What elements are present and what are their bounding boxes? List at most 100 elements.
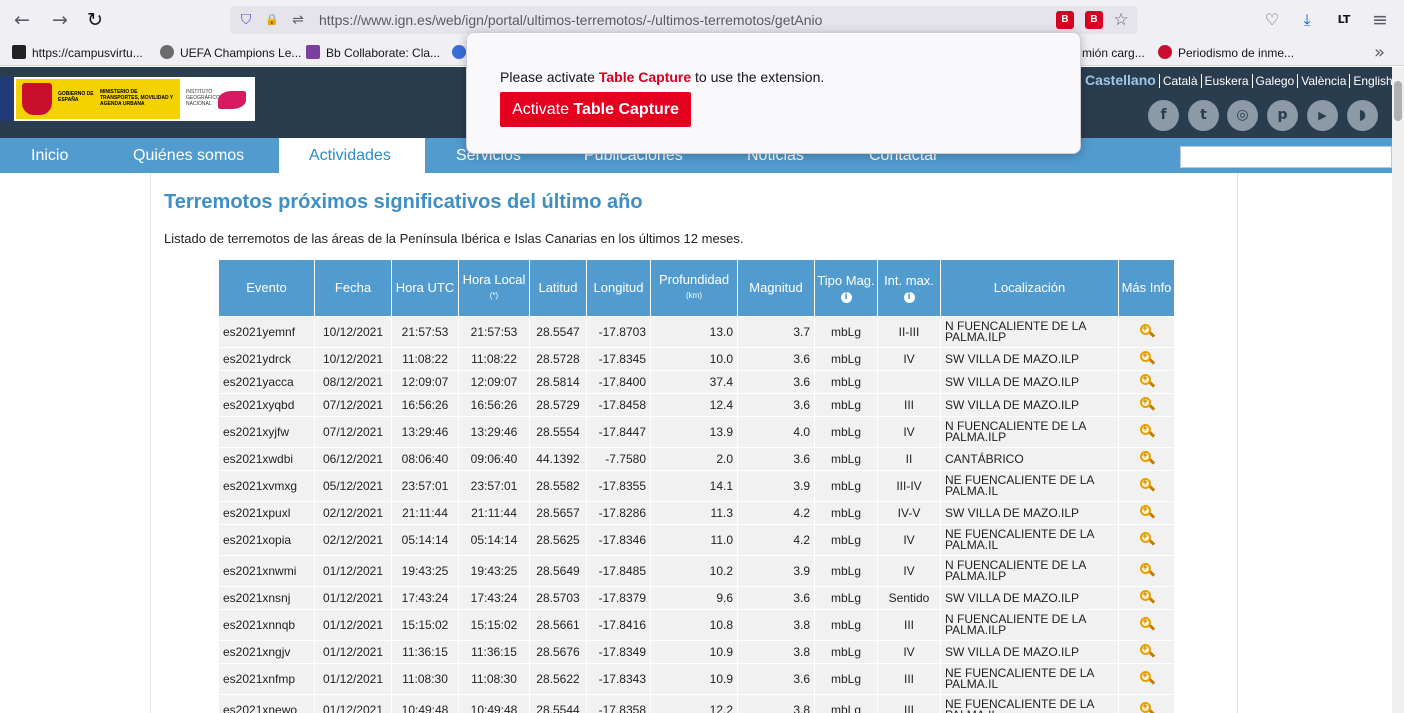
col-latitud[interactable]: Latitud [530, 260, 586, 316]
table-cell: -17.8447 [587, 417, 650, 447]
col-fecha[interactable]: Fecha [315, 260, 391, 316]
tracking-shield-icon[interactable]: ⛉ [236, 10, 256, 30]
bookmark-star-icon[interactable]: ☆ [1110, 9, 1132, 31]
magnifier-zoom-icon[interactable] [1139, 701, 1155, 713]
col-tipo-mag[interactable]: Tipo Mag. i [815, 260, 877, 316]
magnifier-zoom-icon[interactable] [1139, 423, 1155, 439]
col-localizacion[interactable]: Localización [941, 260, 1118, 316]
bookmark-extension-icon[interactable]: B [1085, 11, 1103, 29]
lang-castellano[interactable]: Castellano [1082, 72, 1159, 88]
pinterest-icon[interactable]: p [1267, 100, 1298, 131]
table-row: es2021xyqbd 07/12/2021 16:56:26 16:56:26 28.… [219, 394, 1174, 416]
magnifier-zoom-icon[interactable] [1139, 670, 1155, 686]
download-icon[interactable]: ⤓ [1295, 8, 1319, 32]
magnifier-zoom-icon[interactable] [1139, 531, 1155, 547]
table-cell: 11:08:22 [392, 348, 458, 370]
info-icon[interactable]: i [840, 291, 852, 303]
table-cell: 3.9 [738, 556, 814, 586]
magnifier-zoom-icon[interactable] [1139, 616, 1155, 632]
activate-table-capture-button[interactable]: Activate Table Capture [500, 92, 691, 127]
lang-valencia[interactable]: València [1297, 74, 1350, 88]
nav-actividades[interactable]: Actividades [279, 138, 425, 173]
instagram-icon[interactable]: ◎ [1227, 100, 1258, 131]
magnifier-zoom-icon[interactable] [1139, 477, 1155, 493]
pocket-icon[interactable]: ♡ [1260, 8, 1284, 32]
forward-button-icon[interactable]: → [48, 8, 72, 32]
col-magnitud[interactable]: Magnitud [738, 260, 814, 316]
page-scrollbar[interactable] [1392, 67, 1404, 713]
lang-english[interactable]: English [1349, 74, 1396, 88]
lang-euskera[interactable]: Euskera [1200, 74, 1252, 88]
magnifier-zoom-icon[interactable] [1139, 589, 1155, 605]
magnifier-zoom-icon[interactable] [1139, 504, 1155, 520]
nav-quienes-somos[interactable]: Quiénes somos [103, 138, 274, 173]
magnifier-zoom-icon[interactable] [1139, 450, 1155, 466]
more-info-cell [1119, 664, 1174, 694]
col-int-max[interactable]: Int. max. i [878, 260, 940, 316]
table-cell: IV [878, 348, 940, 370]
more-info-cell [1119, 695, 1174, 713]
table-cell: 28.5554 [530, 417, 586, 447]
facebook-icon[interactable]: f [1148, 100, 1179, 131]
bookmark-item[interactable]: Periodismo de inme... [1158, 44, 1294, 62]
more-info-cell [1119, 502, 1174, 524]
permissions-icon[interactable]: ⇌ [288, 10, 308, 30]
magnifier-zoom-icon[interactable] [1139, 643, 1155, 659]
back-button-icon[interactable]: ← [10, 8, 34, 32]
table-cell: 06/12/2021 [315, 448, 391, 470]
table-cell: 10:49:48 [459, 695, 529, 713]
magnifier-zoom-icon[interactable] [1139, 562, 1155, 578]
table-cell: es2021xnnqb [219, 610, 314, 640]
lang-galego[interactable]: Galego [1251, 74, 1298, 88]
site-search-input[interactable] [1180, 146, 1392, 168]
table-cell: IV-V [878, 502, 940, 524]
table-cell: 08/12/2021 [315, 371, 391, 393]
more-info-cell [1119, 394, 1174, 416]
ministerio-text: MINISTERIO DE TRANSPORTES, MOVILIDAD Y A… [100, 89, 174, 107]
languagetool-extension-icon[interactable]: LT [1332, 8, 1356, 32]
table-cell: N FUENCALIENTE DE LA PALMA.ILP [941, 610, 1118, 640]
table-cell: IV [878, 525, 940, 555]
bookmark-item[interactable]: UEFA Champions Le... [160, 44, 301, 62]
url-text[interactable]: https://www.ign.es/web/ign/portal/ultimo… [319, 12, 822, 28]
table-cell: SW VILLA DE MAZO.ILP [941, 371, 1118, 393]
magnifier-zoom-icon[interactable] [1139, 373, 1155, 389]
page-title: Terremotos próximos significativos del ú… [164, 191, 643, 213]
rss-icon[interactable]: ◗ [1347, 100, 1378, 131]
magnifier-zoom-icon[interactable] [1139, 350, 1155, 366]
reload-button-icon[interactable]: ↻ [83, 8, 107, 32]
col-evento[interactable]: Evento [219, 260, 314, 316]
lang-catala[interactable]: Català [1158, 74, 1201, 88]
table-cell: es2021xopia [219, 525, 314, 555]
url-bar[interactable]: ⛉ 🔒 ⇌ https://www.ign.es/web/ign/portal/… [230, 6, 1137, 34]
table-cell: 2.0 [651, 448, 737, 470]
table-cell: 02/12/2021 [315, 525, 391, 555]
info-icon[interactable]: i [903, 291, 915, 303]
table-cell: III [878, 695, 940, 713]
gobierno-text: GOBIERNO DE ESPAÑA [58, 91, 94, 103]
bookmark-item[interactable]: Bb Collaborate: Cla... [306, 44, 440, 62]
magnifier-zoom-icon[interactable] [1139, 323, 1155, 339]
table-cell: 28.5676 [530, 641, 586, 663]
scrollbar-thumb[interactable] [1394, 81, 1402, 121]
nav-inicio[interactable]: Inicio [1, 138, 98, 173]
menu-icon[interactable]: ≡ [1368, 8, 1392, 32]
bookmark-item[interactable]: https://campusvirtu... [12, 44, 143, 62]
table-cell: IV [878, 556, 940, 586]
government-logo[interactable]: GOBIERNO DE ESPAÑA MINISTERIO DE TRANSPO… [0, 77, 255, 121]
magnifier-zoom-icon[interactable] [1139, 396, 1155, 412]
table-capture-extension-icon[interactable]: B [1056, 11, 1074, 29]
table-cell: 23:57:01 [459, 471, 529, 501]
twitter-icon[interactable]: t [1188, 100, 1219, 131]
lock-icon[interactable]: 🔒 [262, 10, 282, 30]
col-profundidad[interactable]: Profundidad (km) [651, 260, 737, 316]
table-cell: 28.5649 [530, 556, 586, 586]
bookmarks-overflow-icon[interactable]: » [1374, 42, 1385, 63]
table-cell: 19:43:25 [459, 556, 529, 586]
col-hora-local[interactable]: Hora Local (*) [459, 260, 529, 316]
col-longitud[interactable]: Longitud [587, 260, 650, 316]
bookmark-item[interactable]: mión carg... [1082, 44, 1145, 62]
col-hora-utc[interactable]: Hora UTC [392, 260, 458, 316]
table-cell: 28.5544 [530, 695, 586, 713]
youtube-icon[interactable]: ▶ [1307, 100, 1338, 131]
